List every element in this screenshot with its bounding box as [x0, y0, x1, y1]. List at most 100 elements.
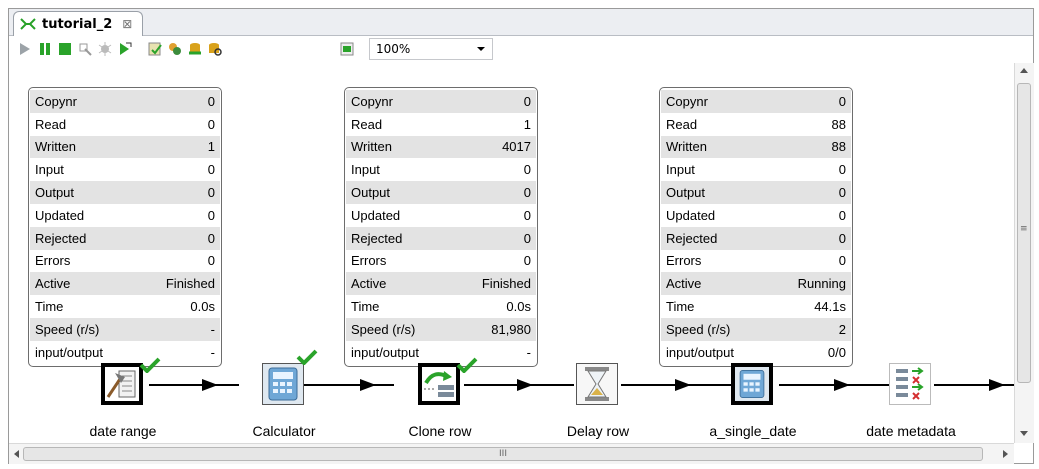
scroll-grip: III [499, 449, 507, 459]
metric-row: Read 1 [346, 113, 536, 136]
transformation-icon [20, 18, 36, 30]
show-results-icon[interactable] [339, 41, 355, 57]
metric-label: Written [351, 139, 392, 155]
metric-value: 1 [207, 139, 215, 155]
metric-label: Rejected [35, 230, 87, 246]
zoom-select[interactable]: 100% [369, 38, 493, 60]
metric-label: Time [351, 299, 380, 315]
metric-value: 4017 [502, 139, 531, 155]
metric-value: 0 [523, 253, 531, 269]
explore-icon[interactable] [207, 41, 223, 57]
vertical-scroll-thumb[interactable]: ≡ [1017, 83, 1031, 383]
tab-close-icon[interactable]: ⊠ [122, 17, 132, 31]
metric-label: Errors [351, 253, 387, 269]
metric-row: Copynr 0 [346, 90, 536, 113]
metric-label: Active [351, 276, 387, 292]
horizontal-scrollbar[interactable]: III [9, 443, 1014, 464]
metric-row: Errors 0 [661, 250, 851, 273]
horizontal-scroll-thumb[interactable]: III [23, 447, 983, 461]
replay-icon[interactable] [117, 41, 133, 57]
scroll-left-icon[interactable] [13, 450, 19, 458]
scroll-up-icon[interactable] [1020, 67, 1028, 73]
hop-line[interactable] [149, 384, 239, 386]
metric-label: Time [35, 299, 64, 315]
metric-row: Output 0 [661, 181, 851, 204]
metric-value: 0.0s [506, 299, 531, 315]
metric-label: Copynr [666, 93, 708, 109]
chevron-down-icon [477, 47, 485, 51]
sql-icon[interactable] [187, 41, 203, 57]
zoom-value: 100% [376, 42, 411, 56]
metric-value: 0.0s [190, 299, 215, 315]
scroll-down-icon[interactable] [1020, 431, 1028, 437]
metric-row: Rejected 0 [30, 226, 220, 250]
metric-value: 0 [207, 230, 215, 246]
metric-row: input/output - [30, 341, 220, 364]
metric-label: Errors [35, 253, 71, 269]
verify-icon[interactable] [147, 41, 163, 57]
metric-label: Input [666, 162, 695, 178]
metric-row: Written 4017 [346, 135, 536, 159]
metric-label: Speed (r/s) [351, 321, 416, 337]
impact-icon[interactable] [167, 41, 183, 57]
preview-icon[interactable] [77, 41, 93, 57]
step-label: Calculator [252, 423, 316, 439]
metric-label: Written [35, 139, 76, 155]
hop-arrow [360, 379, 376, 391]
metric-label: input/output [666, 344, 734, 360]
stop-icon[interactable] [57, 41, 73, 57]
metric-value: 0 [207, 253, 215, 269]
date-range-icon [101, 363, 143, 405]
tab-tutorial-2[interactable]: tutorial_2 ⊠ [13, 11, 144, 36]
metric-row: Time 0.0s [346, 295, 536, 318]
metric-value: 0/0 [827, 344, 846, 360]
metric-label: Active [666, 276, 702, 292]
metric-value: 0 [523, 185, 531, 201]
pause-icon[interactable] [37, 41, 53, 57]
metric-value: 44.1s [814, 299, 846, 315]
checkmark-icon [456, 357, 478, 373]
debug-icon[interactable] [97, 41, 113, 57]
hop-arrow [202, 379, 218, 391]
metric-row: Updated 0 [346, 204, 536, 227]
metric-label: Speed (r/s) [35, 321, 100, 337]
metric-value: 0 [207, 116, 215, 132]
metric-row: Copynr 0 [30, 90, 220, 113]
metric-value: 0 [207, 162, 215, 178]
scroll-right-icon[interactable] [1003, 450, 1009, 458]
step-label: a_single_date [709, 423, 797, 439]
calculator-icon [731, 363, 773, 405]
hop-arrow [517, 379, 533, 391]
metric-label: Active [35, 276, 71, 292]
tab-bar: tutorial_2 ⊠ [9, 9, 1033, 36]
metric-value: 0 [207, 207, 215, 223]
metric-row: Time 44.1s [661, 295, 851, 318]
toolbar: 100% [9, 36, 1033, 62]
step-metrics-panel: Copynr 0 Read 88 Written 88 Input 0 Output 0 Updat… [659, 87, 853, 367]
metric-value: Running [797, 276, 846, 292]
metric-value: 0 [838, 253, 846, 269]
calculator-icon [262, 363, 304, 405]
metric-value: 0 [838, 207, 846, 223]
metric-row: Read 0 [30, 113, 220, 136]
hop-arrow [675, 379, 691, 391]
metric-row: Output 0 [346, 181, 536, 204]
metric-label: Output [666, 185, 706, 201]
metric-value: 81,980 [491, 321, 531, 337]
metric-value: - [210, 321, 215, 337]
transformation-canvas[interactable]: Copynr 0 Read 0 Written 1 Input 0 Output 0 Updated… [9, 63, 1014, 443]
metric-row: Active Finished [30, 272, 220, 296]
metric-row: Copynr 0 [661, 90, 851, 113]
metric-value: 0 [523, 162, 531, 178]
checkmark-icon [296, 349, 318, 365]
hop-line[interactable] [304, 384, 394, 386]
metric-row: Output 0 [30, 181, 220, 204]
metric-value: 0 [523, 207, 531, 223]
metric-label: Errors [666, 253, 702, 269]
metric-label: Copynr [351, 93, 393, 109]
run-icon[interactable] [17, 41, 33, 57]
metric-row: Speed (r/s) - [30, 317, 220, 341]
metric-row: Written 1 [30, 135, 220, 159]
metric-label: input/output [351, 344, 419, 360]
vertical-scrollbar[interactable]: ≡ [1014, 63, 1034, 443]
